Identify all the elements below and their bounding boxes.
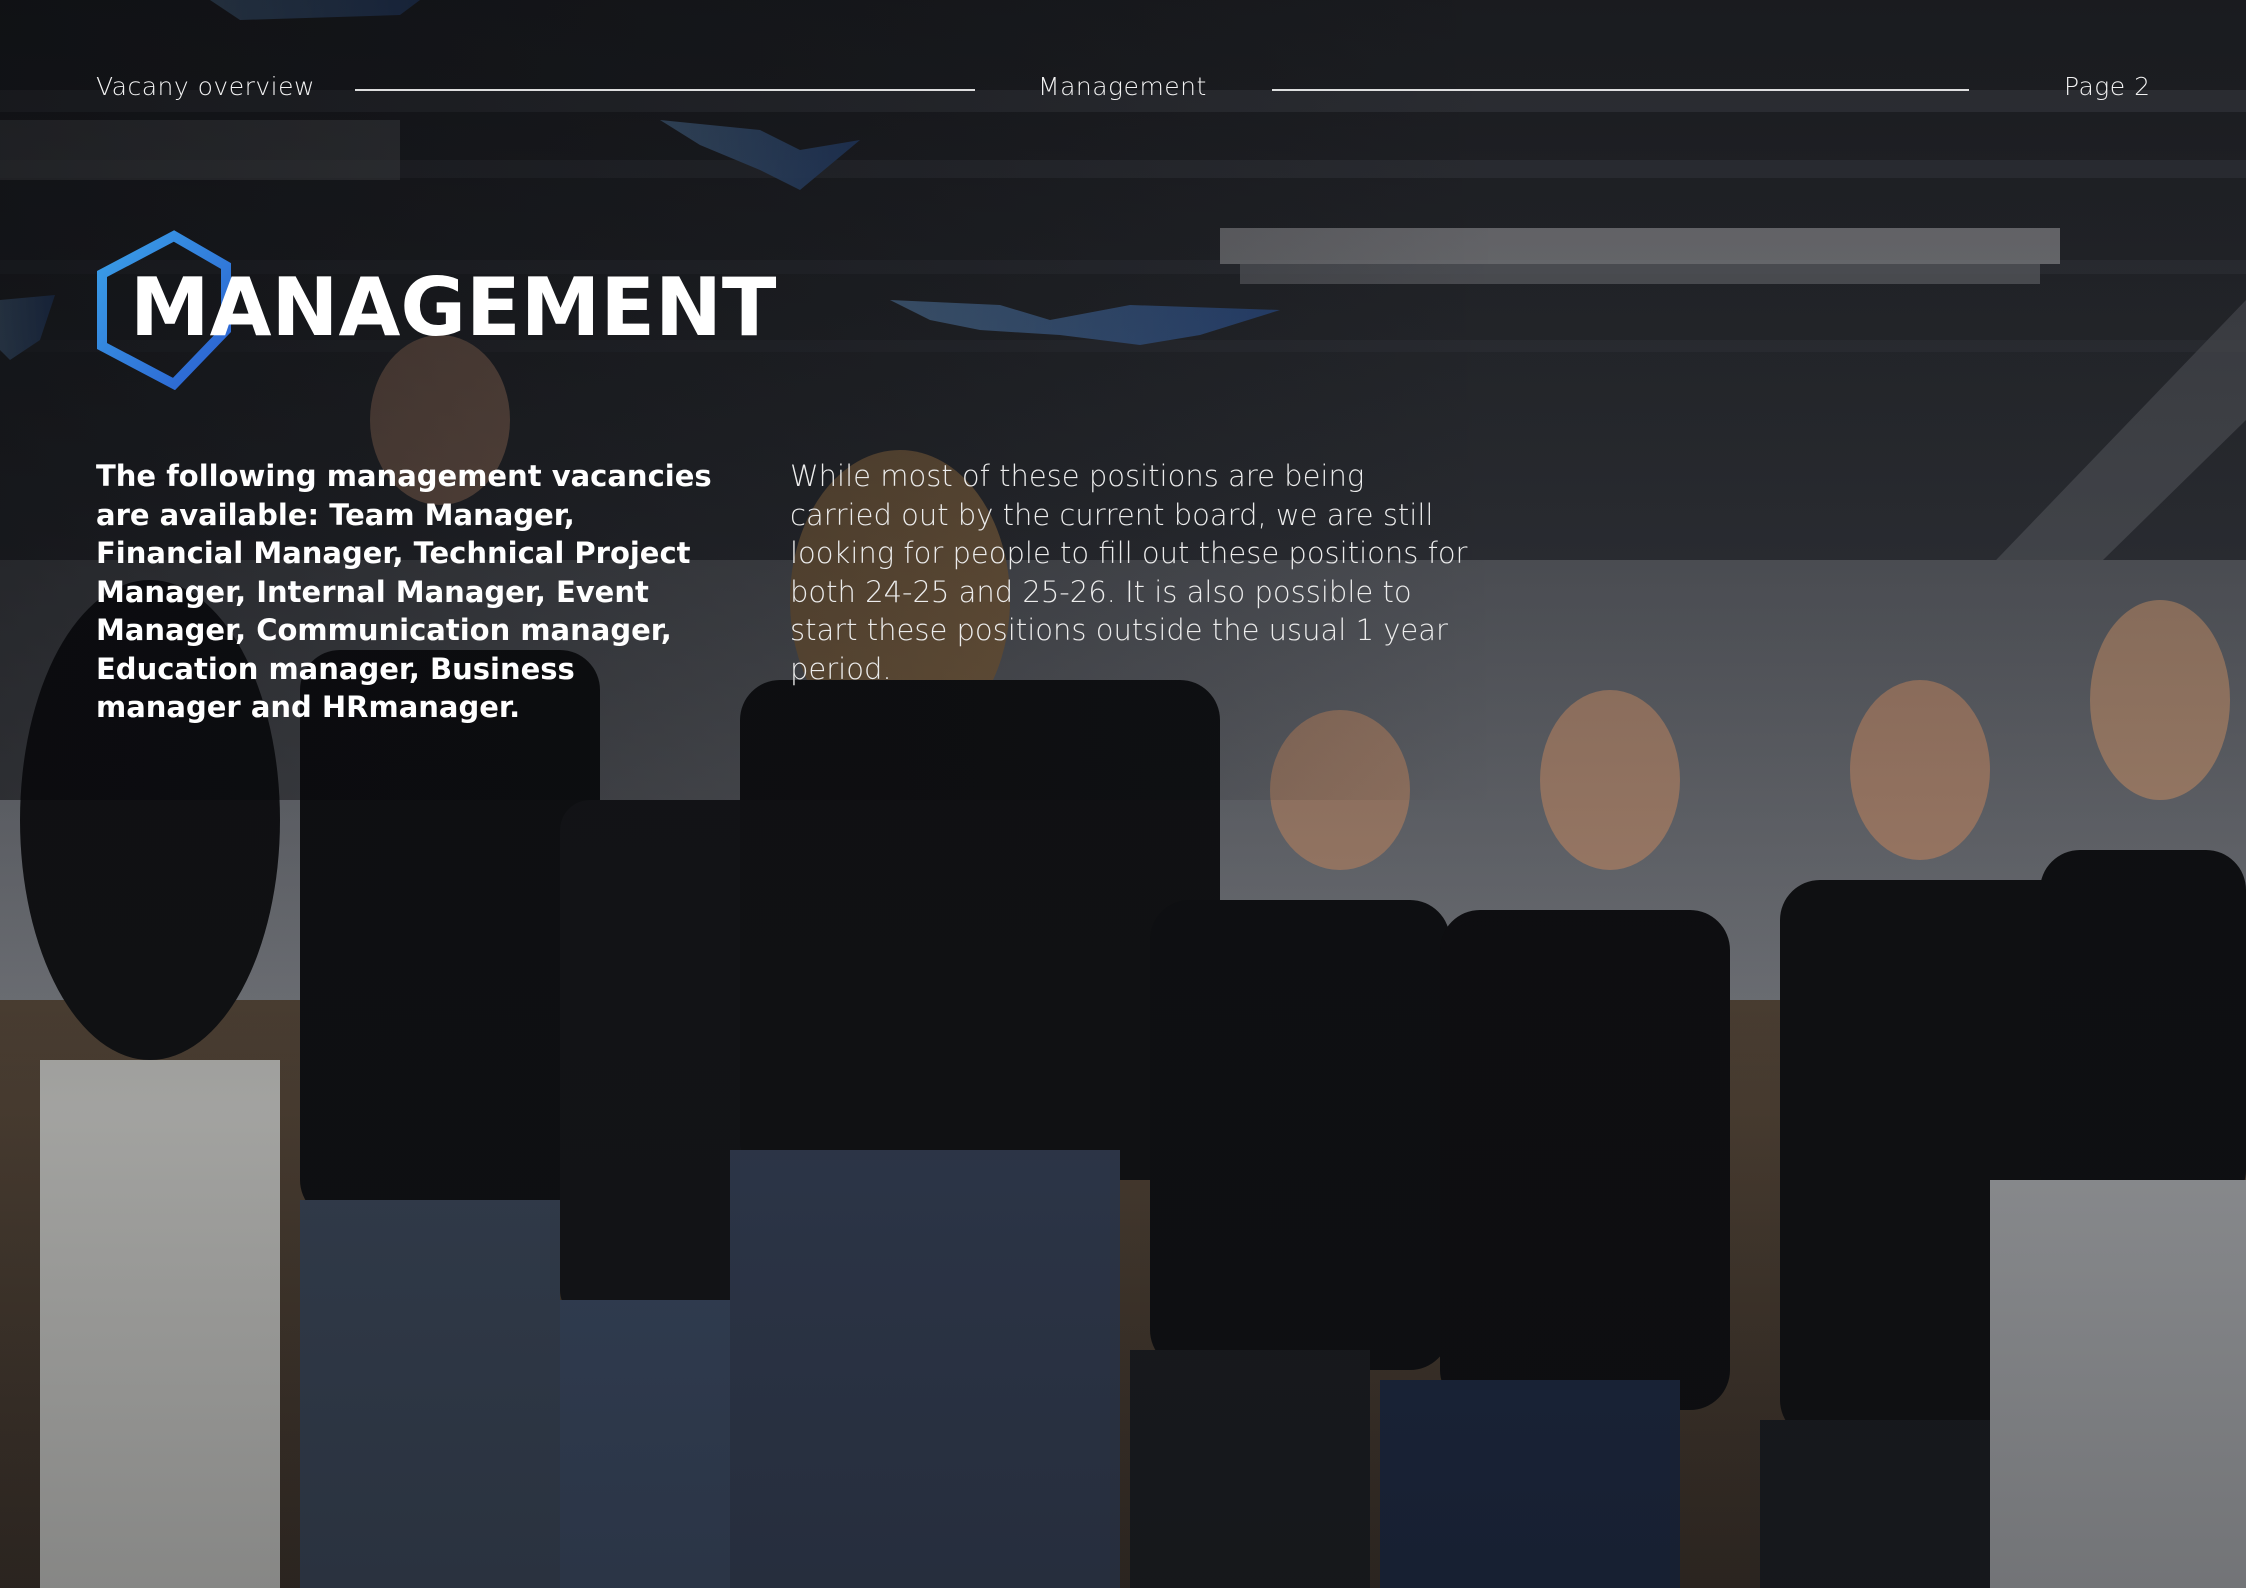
vacancies-lead-paragraph: The following management vacancies are a… (96, 459, 712, 724)
page-title: MANAGEMENT (130, 261, 777, 354)
header-section-label: Vacany overview (96, 72, 315, 101)
page-number: Page 2 (2064, 72, 2151, 101)
header-divider-left (355, 89, 975, 91)
header-chapter-label: Management (1038, 72, 1207, 101)
header-divider-right (1272, 89, 1969, 91)
positions-info-paragraph: While most of these positions are being … (790, 459, 1468, 686)
page: Vacany overview Management Page 2 MANAGE… (0, 0, 2246, 1588)
